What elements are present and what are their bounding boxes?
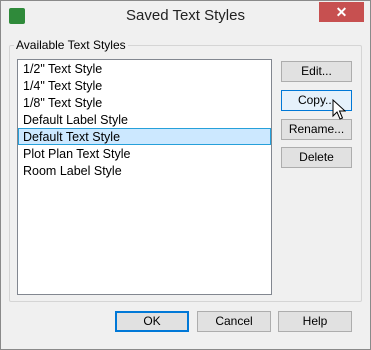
close-button[interactable]: ✕	[319, 2, 364, 22]
edit-button[interactable]: Edit...	[281, 61, 352, 82]
list-item[interactable]: Plot Plan Text Style	[18, 145, 271, 162]
list-item[interactable]: 1/2" Text Style	[18, 60, 271, 77]
list-item-selected[interactable]: Default Text Style	[18, 128, 271, 145]
delete-button[interactable]: Delete	[281, 147, 352, 168]
styles-list[interactable]: 1/2" Text Style 1/4" Text Style 1/8" Tex…	[17, 59, 272, 295]
help-button[interactable]: Help	[278, 311, 352, 332]
cancel-button[interactable]: Cancel	[197, 311, 271, 332]
close-icon: ✕	[335, 4, 348, 20]
window-title: Saved Text Styles	[126, 7, 245, 24]
list-item[interactable]: Room Label Style	[18, 162, 271, 179]
ok-button[interactable]: OK	[115, 311, 189, 332]
mouse-pointer-icon	[332, 99, 346, 120]
group-label: Available Text Styles	[14, 38, 128, 52]
rename-button[interactable]: Rename...	[281, 119, 352, 140]
title-bar[interactable]: Saved Text Styles ✕	[1, 1, 370, 31]
list-item[interactable]: 1/4" Text Style	[18, 77, 271, 94]
list-item[interactable]: Default Label Style	[18, 111, 271, 128]
list-item[interactable]: 1/8" Text Style	[18, 94, 271, 111]
